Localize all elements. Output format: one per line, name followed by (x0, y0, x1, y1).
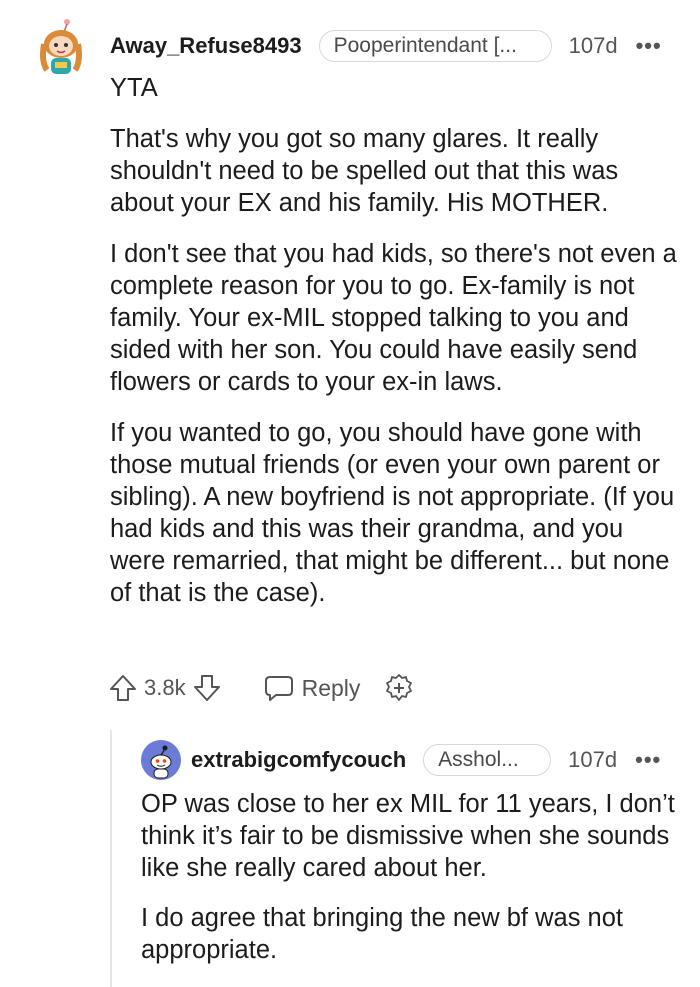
award-plus-icon (386, 674, 413, 701)
user-flair: Pooperintendant [... (318, 30, 552, 62)
arrow-down-icon[interactable] (192, 673, 222, 703)
reply-paragraph: OP was close to her ex MIL for 11 years,… (141, 790, 675, 882)
snoo-avatar-icon (40, 19, 82, 74)
more-options-icon[interactable]: ••• (636, 33, 662, 59)
snoo-default-avatar-icon (141, 740, 181, 780)
reply-user-avatar[interactable] (141, 740, 181, 780)
arrow-up-icon[interactable] (108, 673, 138, 703)
reply-body: OP was close to her ex MIL for 11 years,… (141, 788, 681, 984)
comment-paragraph: YTA (110, 74, 158, 102)
comment-body: YTA That's why you got so many glares. I… (110, 72, 685, 628)
vote-score: 3.8k (144, 675, 186, 700)
user-avatar[interactable] (37, 18, 85, 76)
reply-user-flair: Asshol... (423, 744, 552, 776)
reply-label: Reply (301, 674, 361, 701)
reply-age: 107d (568, 747, 618, 772)
comment-header: Away_Refuse8493 Pooperintendant [... 107… (110, 28, 662, 64)
vote-group: 3.8k (108, 673, 222, 703)
comment-paragraph: I don't see that you had kids, so there'… (110, 240, 677, 396)
comment-age: 107d (568, 33, 618, 58)
comment-paragraph: That's why you got so many glares. It re… (110, 125, 619, 217)
comment-actions: 3.8k Reply (108, 668, 414, 708)
reply-button[interactable]: Reply (264, 674, 361, 702)
award-button[interactable] (384, 673, 414, 703)
reply-paragraph: I do agree that bringing the new bf was … (141, 904, 623, 964)
thread-line[interactable] (110, 730, 112, 987)
reply-username[interactable]: extrabigcomfycouch (191, 747, 406, 773)
reply-more-options-icon[interactable]: ••• (635, 747, 661, 773)
username[interactable]: Away_Refuse8493 (110, 33, 302, 59)
reply-header: extrabigcomfycouch Asshol... 107d ••• (191, 742, 661, 778)
comment-paragraph: If you wanted to go, you should have gon… (110, 419, 675, 607)
chat-bubble-icon (264, 676, 293, 701)
